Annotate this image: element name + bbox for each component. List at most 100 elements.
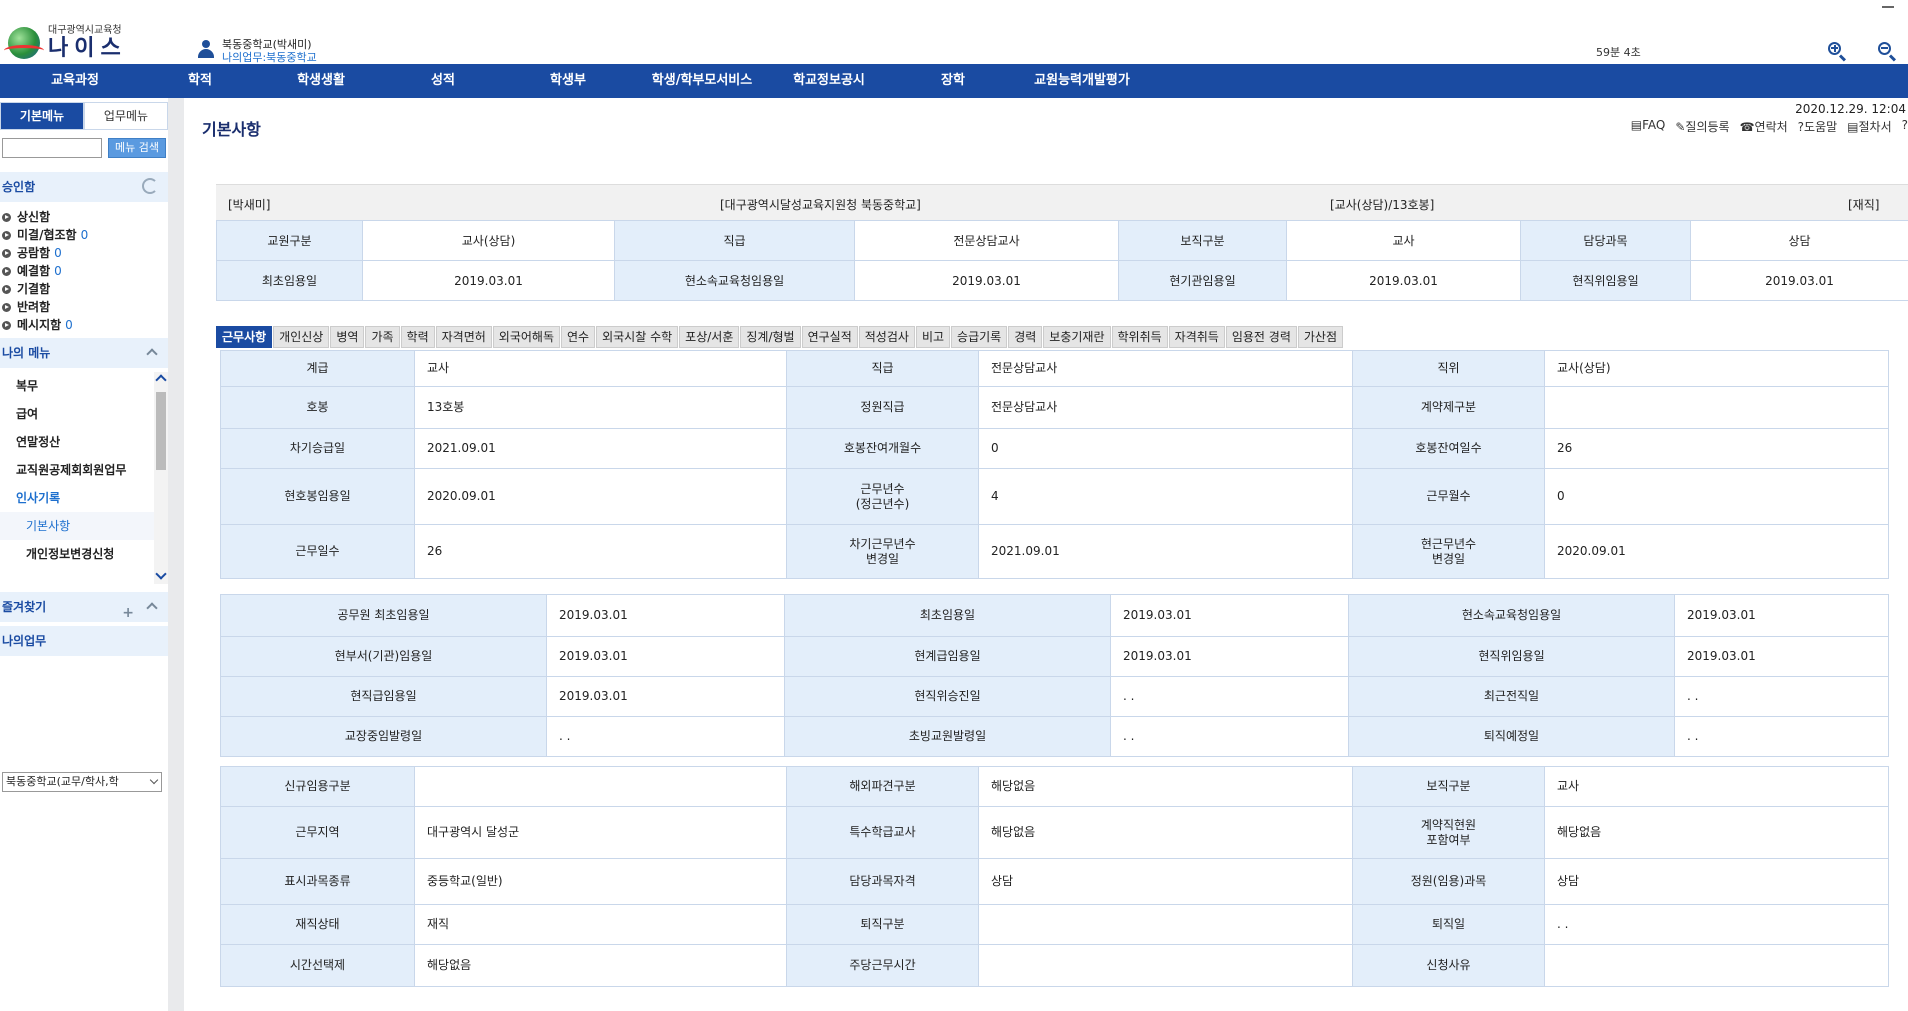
scroll-thumb[interactable]	[156, 392, 166, 470]
record-tab[interactable]: 포상/서훈	[679, 326, 740, 348]
my-menu-item[interactable]: 인사기록	[0, 484, 156, 512]
approval-item[interactable]: 메시지함 0	[2, 316, 88, 334]
record-tab[interactable]: 근무사항	[216, 326, 273, 348]
field-label: 퇴직예정일	[1348, 716, 1675, 757]
field-value: 중등학교(일반)	[414, 858, 787, 905]
field-value: 2021.09.01	[414, 428, 787, 469]
record-tab[interactable]: 비고	[915, 326, 951, 348]
my-work-header: 나의업무	[0, 626, 168, 656]
record-tab[interactable]: 외국시찰 수학	[596, 326, 679, 348]
refresh-icon[interactable]	[142, 178, 158, 194]
record-tab[interactable]: 경력	[1008, 326, 1043, 348]
field-label: 최근전직일	[1348, 676, 1675, 717]
my-menu-item[interactable]: 연말정산	[0, 428, 156, 456]
record-tab[interactable]: 연수	[561, 326, 596, 348]
table-row: 차기승급일 2021.09.01 호봉잔여개월수 0 호봉잔여일수 26	[220, 428, 1889, 469]
menu-search-button[interactable]: 메뉴 검색	[108, 138, 166, 158]
my-menu-item[interactable]: 교직원공제회회원업무	[0, 456, 156, 484]
neis-logo[interactable]: 대구광역시교육청 나이스	[4, 26, 127, 61]
record-tab[interactable]: 가산점	[1297, 326, 1343, 348]
field-value: . .	[1110, 716, 1349, 757]
tab-basic-menu[interactable]: 기본메뉴	[0, 102, 84, 130]
nav-item[interactable]: 학적	[150, 64, 250, 98]
record-tab[interactable]: 학력	[400, 326, 435, 348]
record-tab[interactable]: 승급기록	[951, 326, 1008, 348]
field-label: 보직구분	[1352, 766, 1545, 807]
arrow-bullet-icon	[2, 320, 11, 330]
record-tab[interactable]: 연구실적	[801, 326, 858, 348]
field-value: 상담	[978, 858, 1353, 905]
record-tab[interactable]: 임용전 경력	[1225, 326, 1297, 348]
record-tab[interactable]: 가족	[365, 326, 400, 348]
add-favorite-icon[interactable]: +	[122, 598, 134, 628]
record-tab[interactable]: 학위취득	[1111, 326, 1168, 348]
record-tab[interactable]: 보충기재란	[1043, 326, 1111, 348]
field-value: 2019.03.01	[546, 676, 785, 717]
toolbar-link[interactable]: ▤절차서	[1847, 118, 1891, 135]
logo-title: 나이스	[48, 36, 127, 61]
toolbar-link[interactable]: ?	[1902, 118, 1908, 135]
tab-work-menu[interactable]: 업무메뉴	[84, 102, 168, 130]
field-value: 2019.03.01	[546, 594, 785, 637]
record-tab[interactable]: 징계/형벌	[740, 326, 801, 348]
field-value: . .	[1544, 904, 1889, 945]
approval-item[interactable]: 예결함 0	[2, 262, 88, 280]
field-value	[1544, 386, 1889, 429]
field-value: 2019.03.01	[854, 260, 1119, 301]
zoom-out-icon[interactable]	[1876, 40, 1898, 62]
record-tab[interactable]: 자격면허	[435, 326, 492, 348]
approval-item[interactable]: 반려함	[2, 298, 88, 316]
approval-item[interactable]: 공람함 0	[2, 244, 88, 262]
toolbar-link[interactable]: ✎질의등록	[1675, 118, 1729, 135]
nav-item[interactable]: 학교정보공시	[762, 64, 896, 98]
toolbar-link[interactable]: ▤FAQ	[1631, 118, 1666, 135]
nav-item[interactable]: 교육과정	[0, 64, 150, 98]
chevron-up-icon[interactable]	[146, 602, 158, 614]
approval-item[interactable]: 상신함	[2, 208, 88, 226]
my-menu-item[interactable]: 복무	[0, 372, 156, 400]
table-row: 호봉 13호봉 정원직급 전문상담교사 계약제구분	[220, 386, 1889, 429]
my-work-link[interactable]: 나의업무:북동중학교	[222, 51, 317, 64]
record-tab[interactable]: 병역	[330, 326, 365, 348]
record-tab[interactable]: 개인신상	[273, 326, 330, 348]
field-value: 해당없음	[978, 806, 1353, 859]
favorites-title: 즐겨찾기	[2, 600, 47, 614]
approval-item[interactable]: 기결함	[2, 280, 88, 298]
field-label: 현부서(기관)임용일	[220, 636, 547, 677]
record-tab[interactable]: 자격취득	[1168, 326, 1225, 348]
zoom-in-icon[interactable]	[1826, 40, 1848, 62]
my-menu-subitem[interactable]: 개인정보변경신청	[0, 540, 156, 568]
nav-item[interactable]: 학생/학부모서비스	[642, 64, 762, 98]
scroll-up-icon[interactable]	[155, 374, 167, 386]
school-select[interactable]: 북동중학교(교무/학사,학	[2, 772, 162, 792]
menu-search-input[interactable]	[2, 138, 102, 158]
approval-count: 0	[54, 246, 62, 260]
chevron-up-icon[interactable]	[146, 348, 158, 360]
record-tab[interactable]: 외국어해독	[492, 326, 560, 348]
toolbar-link[interactable]: ☎연락처	[1740, 118, 1788, 135]
field-value: 2019.03.01	[1110, 594, 1349, 637]
approval-label: 공람함	[17, 246, 51, 260]
nav-item[interactable]: 교원능력개발평가	[1010, 64, 1154, 98]
table-row: 계급 교사 직급 전문상담교사 직위 교사(상담)	[220, 350, 1889, 387]
nav-item[interactable]: 장학	[896, 64, 1010, 98]
my-menu-scrollbar[interactable]	[154, 372, 168, 584]
approval-label: 기결함	[17, 282, 51, 296]
my-menu-subitem[interactable]: 기본사항	[0, 512, 156, 540]
nav-item[interactable]: 학생생활	[250, 64, 392, 98]
approval-item[interactable]: 미결/협조함 0	[2, 226, 88, 244]
nav-item[interactable]: 학생부	[494, 64, 642, 98]
field-value: 교사(상담)	[362, 220, 615, 261]
record-tab[interactable]: 적성검사	[858, 326, 915, 348]
field-label: 호봉	[220, 386, 415, 429]
scroll-down-icon[interactable]	[155, 568, 167, 580]
minimize-icon[interactable]	[1882, 6, 1894, 8]
field-value: 상담	[1690, 220, 1908, 261]
field-value: . .	[1110, 676, 1349, 717]
field-value: 26	[1544, 428, 1889, 469]
nav-item[interactable]: 성적	[392, 64, 494, 98]
field-label: 현직위임용일	[1520, 260, 1691, 301]
sidebar: 기본메뉴 업무메뉴 메뉴 검색 승인함 상신함 미결/협조함 0 공람함 0 예결함 0 기결…	[0, 98, 168, 1011]
toolbar-link[interactable]: ?도움말	[1798, 118, 1838, 135]
my-menu-item[interactable]: 급여	[0, 400, 156, 428]
